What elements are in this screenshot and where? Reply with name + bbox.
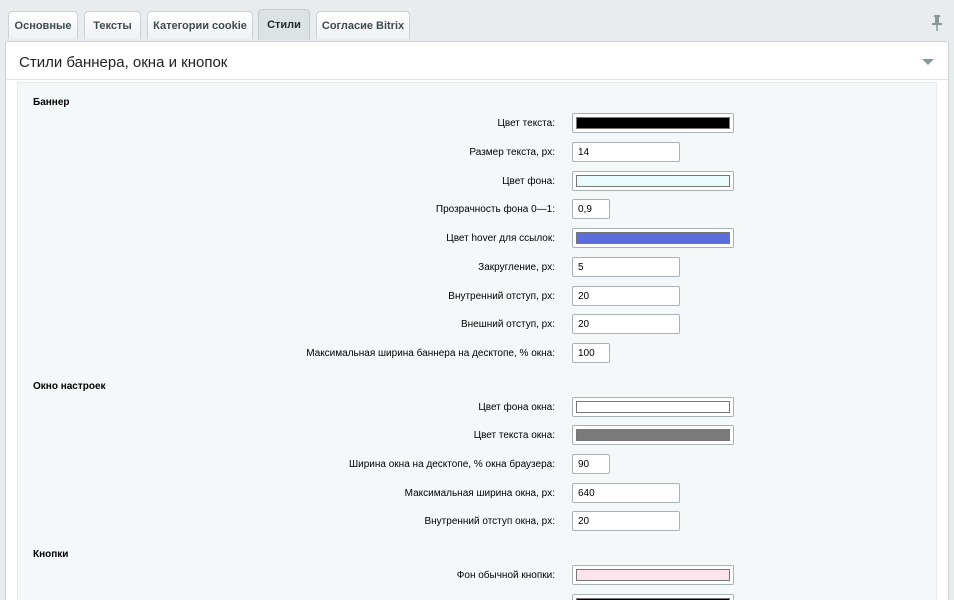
panel-title: Стили баннера, окна и кнопок [19, 54, 228, 71]
window-max-width-input[interactable] [572, 483, 680, 503]
tab-cookie-categories[interactable]: Категории cookie [147, 11, 253, 39]
label-button-bg-color: Фон обычной кнопки: [456, 570, 555, 581]
label-banner-margin: Внешний отступ, px: [460, 319, 555, 330]
banner-bg-opacity-input[interactable] [572, 199, 610, 219]
window-text-color-picker[interactable] [572, 425, 734, 445]
tab-texts[interactable]: Тексты [84, 11, 141, 39]
label-banner-max-width: Максимальная ширина баннера на десктопе,… [306, 348, 555, 359]
label-window-max-width: Максимальная ширина окна, px: [404, 488, 555, 499]
label-banner-radius: Закругление, px: [478, 262, 555, 273]
divider [6, 79, 948, 80]
button-next-color-picker[interactable] [572, 594, 734, 600]
banner-text-color-picker[interactable] [572, 113, 734, 133]
label-banner-bg-opacity: Прозрачность фона 0—1: [435, 204, 555, 215]
label-banner-hover-color: Цвет hover для ссылок: [446, 233, 555, 244]
banner-padding-input[interactable] [572, 286, 680, 306]
button-bg-color-picker[interactable] [572, 565, 734, 585]
banner-hover-color-picker[interactable] [572, 228, 734, 248]
window-width-input[interactable] [572, 454, 610, 474]
banner-max-width-input[interactable] [572, 343, 610, 363]
tab-bitrix-consent[interactable]: Согласие Bitrix [316, 11, 410, 39]
pin-icon[interactable] [931, 15, 943, 31]
color-swatch [576, 117, 730, 129]
tab-basic[interactable]: Основные [8, 11, 78, 39]
color-swatch [576, 401, 730, 413]
collapse-arrow-icon[interactable] [922, 59, 934, 65]
section-title-banner: Баннер [33, 97, 70, 108]
color-swatch [576, 175, 730, 187]
styles-panel: Стили баннера, окна и кнопок Баннер Цвет… [5, 41, 949, 600]
section-title-window: Окно настроек [33, 381, 106, 392]
banner-margin-input[interactable] [572, 314, 680, 334]
window-padding-input[interactable] [572, 511, 680, 531]
banner-radius-input[interactable] [572, 257, 680, 277]
tab-styles[interactable]: Стили [258, 9, 310, 40]
window-bg-color-picker[interactable] [572, 397, 734, 417]
label-window-padding: Внутренний отступ окна, px: [424, 516, 555, 527]
label-window-width: Ширина окна на десктопе, % окна браузера… [348, 459, 555, 470]
banner-font-size-input[interactable] [572, 142, 680, 162]
section-title-buttons: Кнопки [33, 549, 69, 560]
label-window-text-color: Цвет текста окна: [473, 430, 555, 441]
color-swatch [576, 429, 730, 441]
color-swatch [576, 232, 730, 244]
tab-bar: Основные Тексты Категории cookie Стили С… [0, 0, 954, 40]
label-banner-font-size: Размер текста, px: [469, 147, 555, 158]
label-banner-padding: Внутренний отступ, px: [448, 291, 555, 302]
label-window-bg-color: Цвет фона окна: [478, 402, 555, 413]
label-banner-text-color: Цвет текста: [497, 118, 555, 129]
color-swatch [576, 569, 730, 581]
banner-bg-color-picker[interactable] [572, 171, 734, 191]
label-banner-bg-color: Цвет фона: [502, 176, 555, 187]
